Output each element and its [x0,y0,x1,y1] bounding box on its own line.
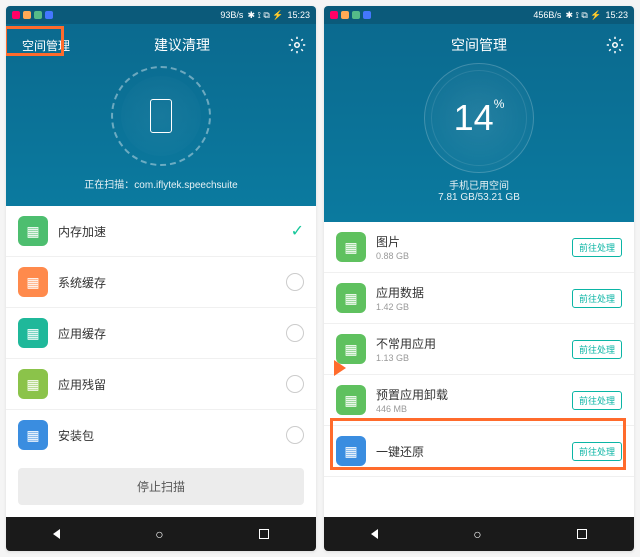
item-size: 0.88 GB [376,251,562,261]
item-label: 应用数据 [376,284,562,301]
header-right: 空间管理 14% 手机已用空间 7.81 GB/53.21 GB [324,24,634,222]
go-handle-button[interactable]: 前往处理 [572,391,622,410]
phone-left: 93B/s✱ ⟟ ⧉ ⚡15:23 空间管理 建议清理 正在扫描：com.ifl… [6,6,316,551]
highlight-tab [6,26,64,56]
phone-icon [150,99,172,133]
cleanup-item[interactable]: ▦ 应用缓存 [6,308,316,359]
cleanup-item[interactable]: ▦ 应用残留 [6,359,316,410]
category-icon: ▦ [18,216,48,246]
usage-dial: 14% [424,63,534,173]
cleanup-list: ▦ 内存加速 ✓ ▦ 系统缓存 ▦ 应用缓存 ▦ 应用残留 ▦ 安装包 [6,206,316,456]
item-label: 安装包 [58,427,276,444]
category-icon: ▦ [336,385,366,415]
storage-list: ▦ 图片0.88 GB 前往处理 ▦ 应用数据1.42 GB 前往处理 ▦ 不常用应用1.13… [324,222,634,517]
category-icon: ▦ [18,267,48,297]
nav-home[interactable]: ○ [155,526,163,542]
settings-icon[interactable] [606,36,624,54]
check-icon: ✓ [291,221,304,241]
category-icon: ▦ [336,283,366,313]
phone-right: 456B/s✱ ⟟ ⧉ ⚡15:23 空间管理 14% 手机已用空间 7.81 … [324,6,634,551]
storage-item[interactable]: ▦不常用应用1.13 GB前往处理 [324,324,634,375]
category-icon: ▦ [18,369,48,399]
item-label: 不常用应用 [376,335,562,352]
item-label: 应用缓存 [58,325,276,342]
highlight-preinstalled [330,418,626,470]
storage-item[interactable]: ▦ 图片0.88 GB 前往处理 [324,222,634,273]
nav-bar: ○ [324,517,634,551]
item-label: 应用残留 [58,376,276,393]
category-icon: ▦ [336,232,366,262]
category-icon: ▦ [18,420,48,450]
item-label: 内存加速 [58,223,281,240]
nav-home[interactable]: ○ [473,526,481,542]
header-left: 空间管理 建议清理 正在扫描：com.iflytek.speechsuite [6,24,316,206]
scan-dial [111,66,211,166]
nav-recent[interactable] [259,529,269,539]
radio-icon[interactable] [286,273,304,291]
category-icon: ▦ [18,318,48,348]
storage-item[interactable]: ▦ 应用数据1.42 GB 前往处理 [324,273,634,324]
page-title: 空间管理 [352,35,606,55]
status-bar: 93B/s✱ ⟟ ⧉ ⚡15:23 [6,6,316,24]
go-handle-button[interactable]: 前往处理 [572,289,622,308]
nav-recent[interactable] [577,529,587,539]
radio-icon[interactable] [286,324,304,342]
radio-icon[interactable] [286,426,304,444]
item-label: 图片 [376,233,562,250]
status-bar: 456B/s✱ ⟟ ⧉ ⚡15:23 [324,6,634,24]
page-title: 建议清理 [76,35,288,55]
cleanup-item[interactable]: ▦ 系统缓存 [6,257,316,308]
nav-back[interactable] [371,529,378,539]
item-size: 1.42 GB [376,302,562,312]
nav-back[interactable] [53,529,60,539]
item-label: 系统缓存 [58,274,276,291]
item-size: 1.13 GB [376,353,562,363]
item-size: 446 MB [376,404,562,414]
arrow-annotation [300,354,348,387]
stop-scan-button[interactable]: 停止扫描 [18,468,304,505]
settings-icon[interactable] [288,36,306,54]
go-handle-button[interactable]: 前往处理 [572,340,622,359]
cleanup-item[interactable]: ▦ 安装包 [6,410,316,456]
scan-status: 正在扫描：com.iflytek.speechsuite [84,176,237,191]
cleanup-item[interactable]: ▦ 内存加速 ✓ [6,206,316,257]
item-label: 预置应用卸载 [376,386,562,403]
nav-bar: ○ [6,517,316,551]
storage-label: 手机已用空间 7.81 GB/53.21 GB [438,177,520,203]
go-handle-button[interactable]: 前往处理 [572,238,622,257]
